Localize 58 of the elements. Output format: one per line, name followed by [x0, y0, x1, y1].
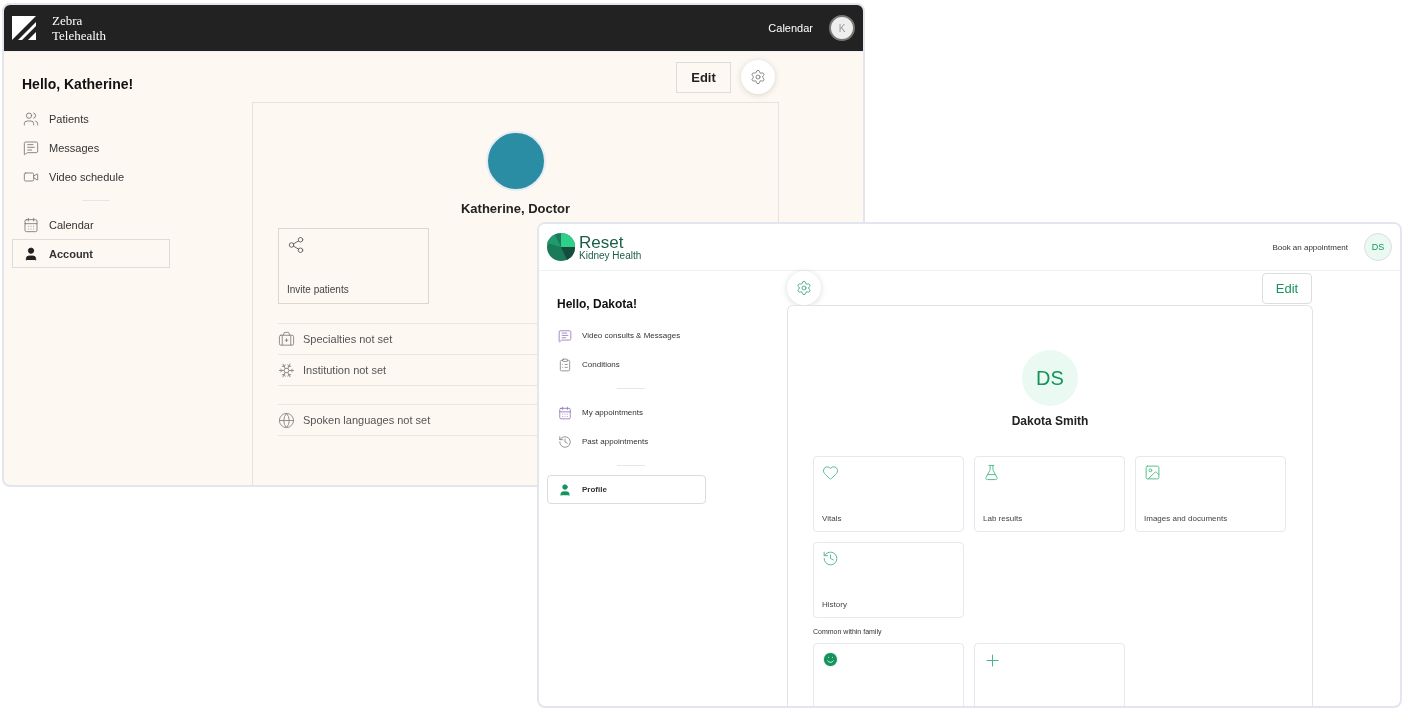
profile-avatar: DS [1022, 350, 1078, 406]
category-tile[interactable] [974, 643, 1125, 706]
category-tile[interactable]: History [813, 542, 964, 618]
message-icon [23, 139, 39, 156]
image-icon [1144, 464, 1161, 481]
brand-name: Reset [579, 233, 624, 251]
book-appointment-link[interactable]: Book an appointment [1272, 242, 1348, 252]
zebra-logo-icon [12, 16, 36, 40]
flask-icon [983, 464, 1000, 481]
sidebar-item[interactable]: Patients [12, 104, 170, 133]
heart-icon [822, 464, 839, 481]
snowflake-icon [278, 361, 295, 379]
message-icon [558, 328, 572, 343]
sidebar-item[interactable]: Profile [547, 475, 706, 504]
sidebar-item[interactable]: Calendar [12, 210, 170, 239]
calendar-icon [558, 405, 572, 420]
medical-case-icon [278, 330, 295, 348]
clipboard-icon [558, 357, 572, 372]
settings-button[interactable] [787, 271, 821, 305]
share-icon [287, 236, 305, 254]
greeting: Hello, Katherine! [21, 76, 135, 92]
plus-icon [983, 651, 1002, 670]
settings-icon [796, 280, 812, 296]
sidebar-item[interactable]: My appointments [547, 398, 706, 427]
category-tile[interactable] [813, 643, 964, 706]
users-icon [23, 110, 39, 127]
brand-tagline: Kidney Health [579, 250, 642, 261]
history-icon [822, 550, 839, 567]
edit-button[interactable]: Edit [1262, 272, 1312, 304]
detail-text: Specialties not set [303, 333, 393, 345]
person-icon [23, 245, 39, 262]
profile-name: Dakota Smith [1011, 414, 1089, 428]
calendar-link[interactable]: Calendar [768, 22, 813, 34]
globe-icon [278, 411, 295, 429]
category-tile[interactable]: Lab results [974, 456, 1125, 532]
edit-button[interactable]: Edit [676, 61, 731, 93]
detail-text: Institution not set [303, 364, 387, 376]
category-tile[interactable]: Images and documents [1135, 456, 1286, 532]
user-avatar[interactable]: DS [1364, 233, 1392, 261]
sidebar-item[interactable]: Video consults & Messages [547, 321, 706, 350]
face-icon [822, 651, 839, 668]
settings-button[interactable] [741, 60, 775, 94]
settings-icon [750, 69, 766, 85]
person-icon [558, 482, 572, 497]
calendar-icon [23, 216, 39, 233]
invite-tile[interactable]: Invite patients [278, 228, 429, 304]
profile-name: Katherine, Doctor [460, 201, 571, 216]
sidebar-item[interactable]: Conditions [547, 350, 706, 379]
brand-name: Zebra Telehealth [52, 13, 107, 43]
detail-text: Spoken languages not set [303, 414, 431, 426]
sidebar-item[interactable]: Messages [12, 133, 170, 162]
sidebar-item[interactable]: Video schedule [12, 162, 170, 191]
greeting: Hello, Dakota! [556, 297, 638, 311]
sidebar-item[interactable]: Past appointments [547, 427, 706, 456]
sidebar-item[interactable]: Account [12, 239, 170, 268]
category-tile[interactable]: Vitals [813, 456, 964, 532]
reset-logo-icon [547, 233, 575, 261]
history-icon [558, 434, 572, 449]
